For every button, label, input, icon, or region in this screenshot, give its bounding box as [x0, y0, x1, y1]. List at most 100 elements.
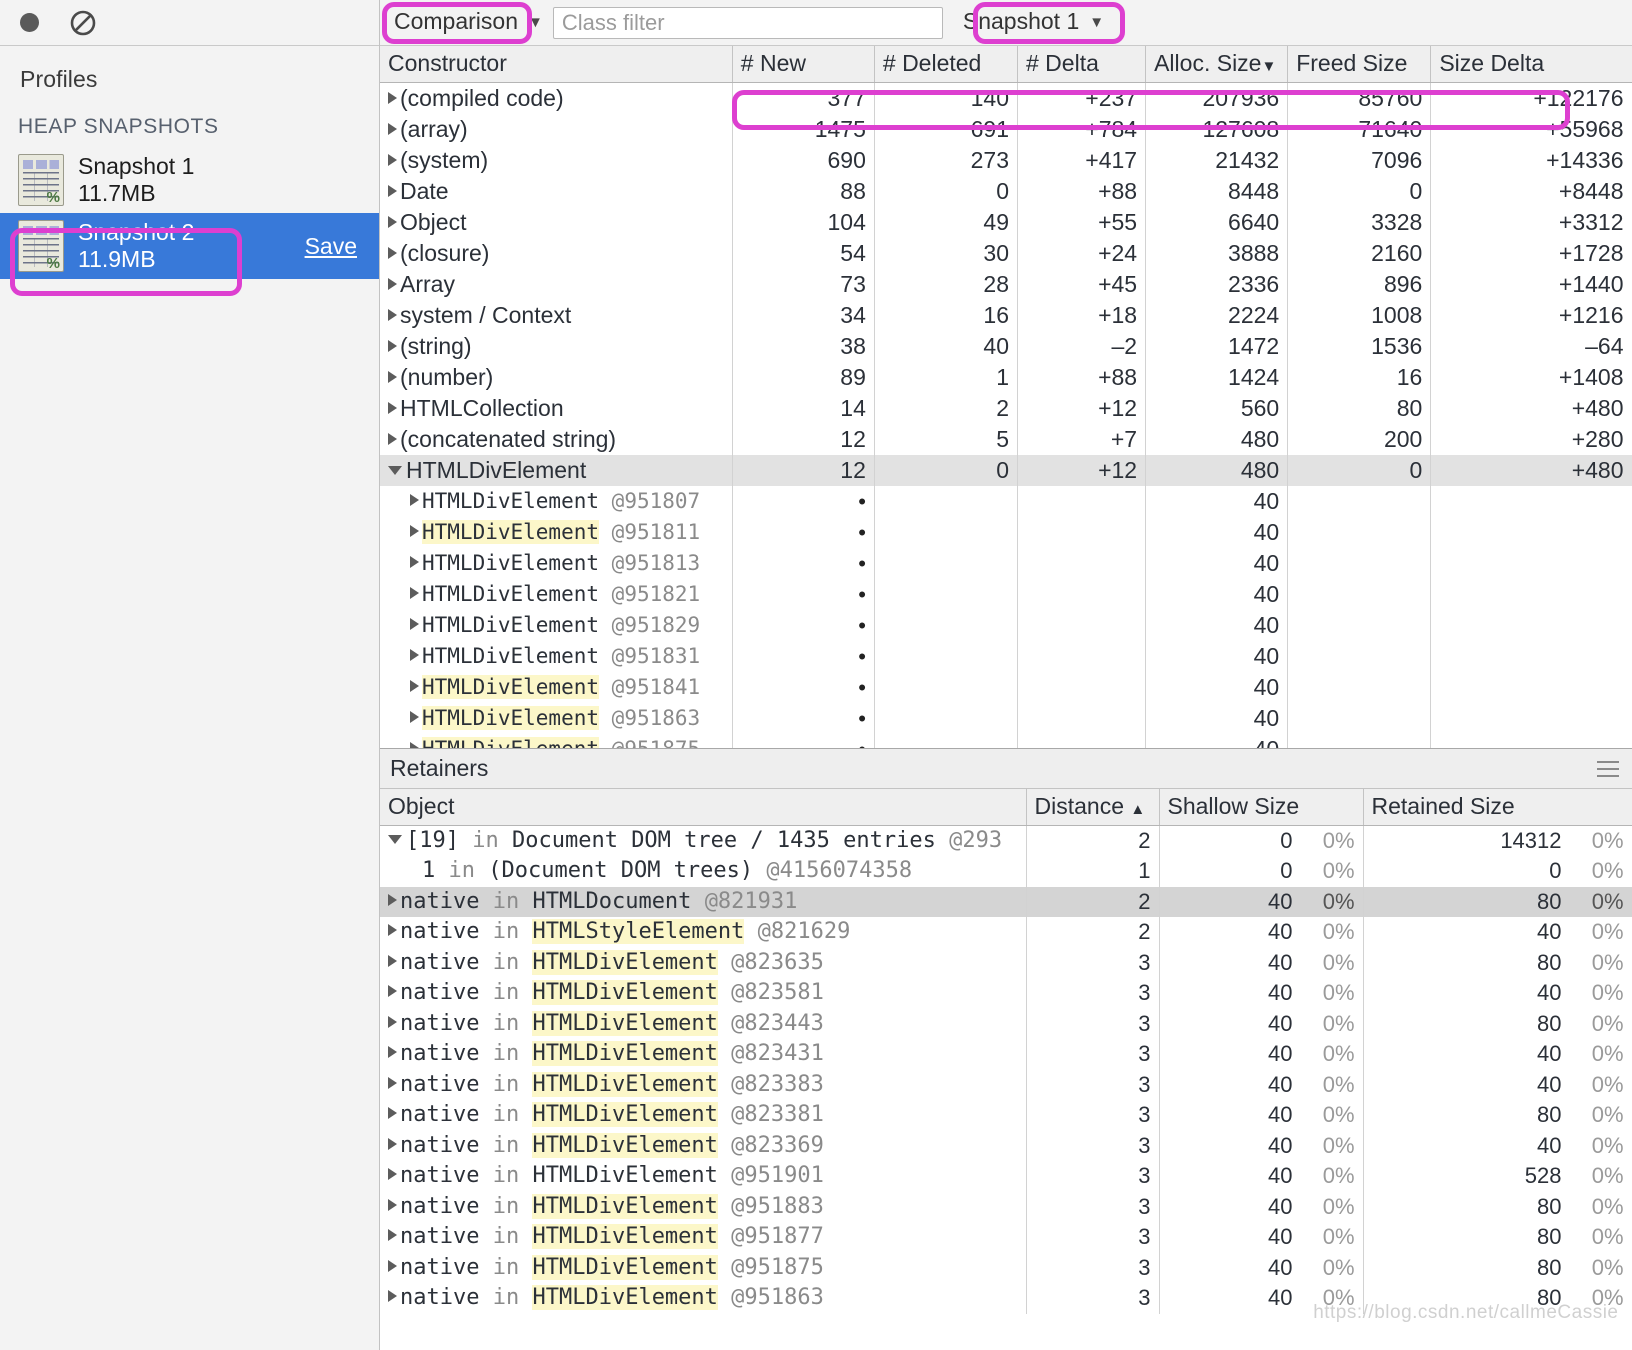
table-row[interactable]: [19] in Document DOM tree / 1435 entries… — [380, 825, 1632, 856]
chevron-right-icon[interactable] — [388, 954, 397, 967]
chevron-right-icon[interactable] — [410, 493, 419, 506]
cell-constructor[interactable]: (array) — [380, 113, 733, 145]
cell-constructor[interactable]: Array — [380, 268, 733, 300]
chevron-right-icon[interactable] — [388, 985, 397, 997]
chevron-right-icon[interactable] — [410, 710, 419, 723]
chevron-right-icon[interactable] — [410, 555, 419, 568]
cell-constructor[interactable]: HTMLDivElement @951811 — [380, 516, 733, 548]
cell-object[interactable]: native in HTMLDivElement @823431 — [380, 1039, 1027, 1070]
table-row[interactable]: native in HTMLDivElement @823369 3 40 0% 40 0… — [380, 1130, 1632, 1161]
hamburger-menu-icon[interactable] — [1596, 761, 1619, 777]
baseline-snapshot-chevron-down-icon[interactable]: ▼ — [1089, 14, 1104, 31]
chevron-right-icon[interactable] — [388, 122, 397, 135]
table-row[interactable]: native in HTMLDivElement @951863 3 40 0% 80 0… — [380, 1283, 1632, 1314]
chevron-right-icon[interactable] — [388, 1137, 397, 1150]
cell-constructor[interactable]: HTMLDivElement @951841 — [380, 671, 733, 703]
column-header-alloc-size[interactable]: Alloc. Size▼ — [1145, 46, 1289, 83]
table-row[interactable]: native in HTMLDivElement @951875 3 40 0% 80 0… — [380, 1252, 1632, 1283]
column-header-new[interactable]: # New — [732, 46, 875, 83]
table-row[interactable]: (string) 38 40 –2 1472 1536 –64 — [380, 330, 1632, 362]
chevron-right-icon[interactable] — [388, 308, 397, 321]
view-mode-select[interactable]: Comparison — [388, 7, 524, 38]
chevron-right-icon[interactable] — [388, 153, 397, 166]
column-header-shallow-size[interactable]: Shallow Size — [1159, 789, 1364, 826]
column-header-distance[interactable]: Distance ▲ — [1026, 789, 1160, 826]
table-row[interactable]: native in HTMLDivElement @823431 3 40 0% 40 0… — [380, 1039, 1632, 1070]
chevron-right-icon[interactable] — [388, 1229, 397, 1241]
table-row[interactable]: native in HTMLDocument @821931 2 40 0% 80 0% — [380, 886, 1632, 917]
cell-constructor[interactable]: (number) — [380, 361, 733, 393]
cell-constructor[interactable]: HTMLDivElement @951821 — [380, 578, 733, 610]
baseline-snapshot-select[interactable]: Snapshot 1 — [957, 7, 1085, 38]
chevron-down-icon[interactable] — [388, 834, 402, 844]
chevron-right-icon[interactable] — [388, 893, 397, 906]
cell-object[interactable]: 1 in (Document DOM trees) @4156074358 — [380, 856, 1027, 887]
table-row[interactable]: native in HTMLDivElement @823381 3 40 0% 80 0… — [380, 1100, 1632, 1131]
table-row[interactable]: native in HTMLStyleElement @821629 2 40 0% 4… — [380, 917, 1632, 948]
cell-object[interactable]: native in HTMLStyleElement @821629 — [380, 917, 1027, 948]
cell-constructor[interactable]: HTMLDivElement — [380, 454, 733, 486]
column-header-deleted[interactable]: # Deleted — [874, 46, 1019, 83]
table-row[interactable]: native in HTMLDivElement @823383 3 40 0% 40 0… — [380, 1069, 1632, 1100]
snapshot-list-item-2[interactable]: % Snapshot 2 11.9MB Save — [0, 213, 379, 279]
record-circle-icon[interactable] — [14, 8, 44, 38]
table-row[interactable]: HTMLDivElement @951813 • 40 — [380, 547, 1632, 579]
cell-constructor[interactable]: (string) — [380, 330, 733, 362]
chevron-right-icon[interactable] — [388, 215, 397, 228]
chevron-right-icon[interactable] — [388, 246, 397, 259]
cell-object[interactable]: native in HTMLDivElement @823581 — [380, 978, 1027, 1009]
table-row[interactable]: native in HTMLDivElement @951883 3 40 0% 80 0… — [380, 1191, 1632, 1222]
cell-object[interactable]: native in HTMLDocument @821931 — [380, 886, 1027, 917]
column-header-delta[interactable]: # Delta — [1017, 46, 1147, 83]
cell-object[interactable]: native in HTMLDivElement @951883 — [380, 1191, 1027, 1222]
table-row[interactable]: HTMLDivElement @951829 • 40 — [380, 609, 1632, 641]
cell-constructor[interactable]: HTMLDivElement @951875 — [380, 733, 733, 748]
cell-constructor[interactable]: HTMLDivElement @951807 — [380, 485, 733, 517]
table-row[interactable]: Object 104 49 +55 6640 3328 +3312 — [380, 206, 1632, 238]
table-row[interactable]: HTMLDivElement @951821 • 40 — [380, 578, 1632, 610]
table-row[interactable]: HTMLCollection 14 2 +12 560 80 +480 — [380, 392, 1632, 424]
table-row[interactable]: native in HTMLDivElement @823443 3 40 0% 80 0… — [380, 1008, 1632, 1039]
cell-object[interactable]: native in HTMLDivElement @951877 — [380, 1222, 1027, 1253]
table-row[interactable]: 1 in (Document DOM trees) @4156074358 1 0 0… — [380, 856, 1632, 887]
chevron-right-icon[interactable] — [388, 1107, 397, 1119]
view-mode-chevron-down-icon[interactable]: ▼ — [528, 14, 543, 31]
table-row[interactable]: Date 88 0 +88 8448 0 +8448 — [380, 175, 1632, 207]
cell-object[interactable]: native in HTMLDivElement @823369 — [380, 1130, 1027, 1161]
chevron-right-icon[interactable] — [388, 1290, 397, 1302]
table-row[interactable]: (array) 1475 691 +784 127608 71640 +55968 — [380, 113, 1632, 145]
chevron-right-icon[interactable] — [410, 648, 419, 661]
chevron-right-icon[interactable] — [388, 401, 397, 414]
table-row[interactable]: HTMLDivElement 12 0 +12 480 0 +480 — [380, 454, 1632, 486]
cell-object[interactable]: native in HTMLDivElement @823443 — [380, 1008, 1027, 1039]
clear-prohibited-icon[interactable] — [68, 8, 98, 38]
cell-constructor[interactable]: Object — [380, 206, 733, 238]
chevron-right-icon[interactable] — [388, 1046, 397, 1058]
chevron-right-icon[interactable] — [388, 1168, 397, 1180]
chevron-right-icon[interactable] — [388, 1198, 397, 1211]
cell-constructor[interactable]: Date — [380, 175, 733, 207]
chevron-right-icon[interactable] — [410, 586, 419, 599]
cell-constructor[interactable]: (closure) — [380, 237, 733, 269]
chevron-down-icon[interactable] — [388, 465, 402, 475]
table-row[interactable]: native in HTMLDivElement @823581 3 40 0% 40 0… — [380, 978, 1632, 1009]
chevron-right-icon[interactable] — [388, 339, 397, 352]
cell-constructor[interactable]: HTMLDivElement @951829 — [380, 609, 733, 641]
table-row[interactable]: (compiled code) 377 140 +237 207936 85760 +122… — [380, 82, 1632, 114]
chevron-right-icon[interactable] — [388, 91, 397, 104]
cell-constructor[interactable]: HTMLDivElement @951863 — [380, 702, 733, 734]
table-row[interactable]: native in HTMLDivElement @951901 3 40 0% 528… — [380, 1161, 1632, 1192]
cell-constructor[interactable]: (concatenated string) — [380, 423, 733, 455]
chevron-right-icon[interactable] — [388, 924, 397, 936]
table-row[interactable]: (concatenated string) 12 5 +7 480 200 +280 — [380, 423, 1632, 455]
chevron-right-icon[interactable] — [410, 679, 419, 692]
snapshot-list-item-1[interactable]: % Snapshot 1 11.7MB — [0, 147, 379, 213]
table-row[interactable]: HTMLDivElement @951875•40 — [380, 733, 1632, 748]
table-row[interactable]: HTMLDivElement @951807 • 40 — [380, 485, 1632, 517]
table-row[interactable]: Array 73 28 +45 2336 896 +1440 — [380, 268, 1632, 300]
chevron-right-icon[interactable] — [388, 184, 397, 197]
table-row[interactable]: native in HTMLDivElement @823635 3 40 0% 80 0… — [380, 947, 1632, 978]
table-row[interactable]: (closure) 54 30 +24 3888 2160 +1728 — [380, 237, 1632, 269]
chevron-right-icon[interactable] — [388, 370, 397, 383]
cell-object[interactable]: [19] in Document DOM tree / 1435 entries… — [380, 825, 1027, 856]
